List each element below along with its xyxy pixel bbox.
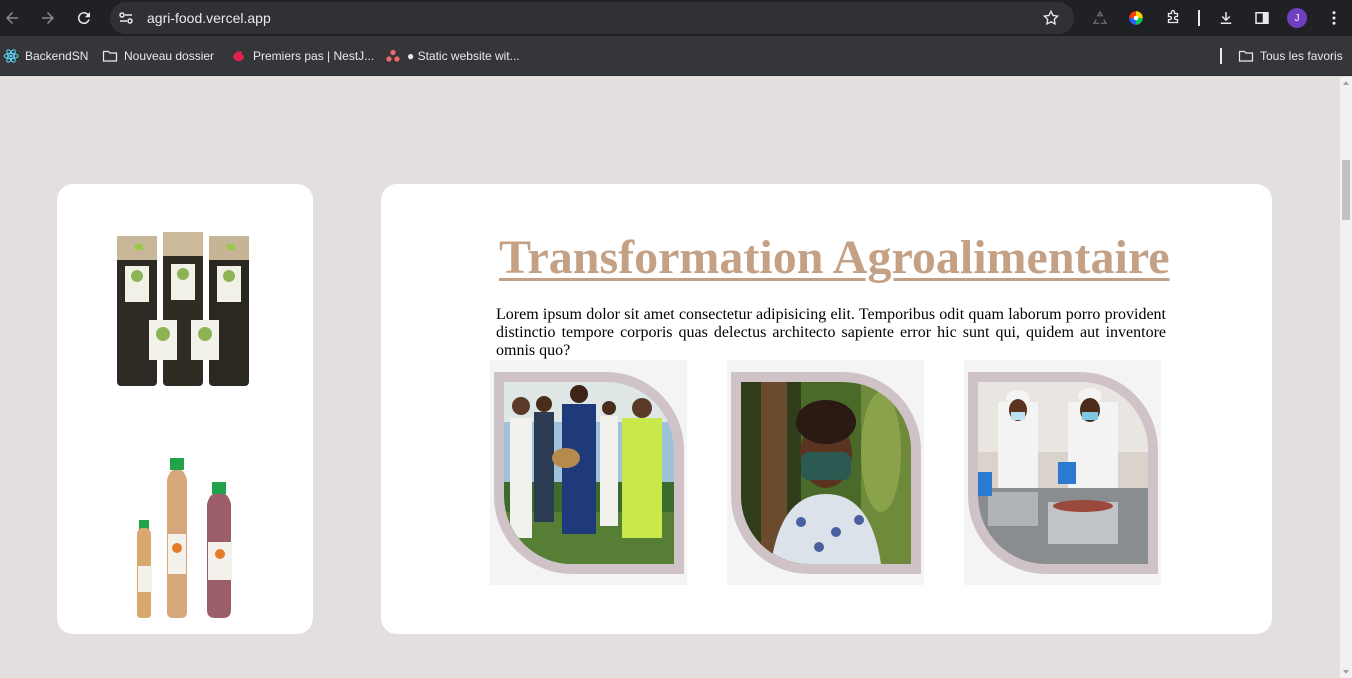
bookmark-backendsn[interactable]: BackendSN (3, 47, 88, 65)
side-panel-icon[interactable] (1252, 8, 1272, 28)
packaged-tea-bags-image (117, 232, 249, 386)
scroll-thumb[interactable] (1342, 160, 1350, 220)
site-settings-icon[interactable] (118, 10, 134, 26)
section-title: Transformation Agroalimentaire (499, 231, 1170, 284)
scroll-down-icon[interactable] (1343, 670, 1349, 674)
bookmarks-divider (1220, 48, 1222, 64)
woman-with-mask-photo (731, 372, 921, 574)
reload-icon (77, 12, 90, 25)
url-text[interactable]: agri-food.vercel.app (147, 10, 271, 26)
bookmarks-bar: BackendSN Nouveau dossier Premiers pas |… (0, 36, 1352, 76)
reload-button[interactable] (72, 6, 96, 30)
all-bookmarks[interactable]: Tous les favoris (1238, 47, 1343, 65)
photo-card (490, 360, 687, 585)
bookmark-label: Premiers pas | NestJ... (253, 49, 375, 63)
forward-button[interactable] (36, 6, 60, 30)
toolbar-divider (1198, 10, 1200, 26)
downloads-icon[interactable] (1216, 8, 1236, 28)
farmers-in-field-photo (494, 372, 684, 574)
bookmark-label: ● Static website wit... (407, 49, 520, 63)
folder-icon (1238, 50, 1254, 62)
photo-card (727, 360, 924, 585)
food-processing-workers-photo (968, 372, 1158, 574)
bookmark-nestjs[interactable]: Premiers pas | NestJ... (231, 47, 374, 65)
menu-kebab-icon[interactable] (1324, 8, 1344, 28)
address-bar[interactable]: agri-food.vercel.app (110, 2, 1074, 34)
section-paragraph: Lorem ipsum dolor sit amet consectetur a… (496, 306, 1166, 359)
arrow-right-icon (42, 12, 54, 24)
folder-icon (102, 50, 118, 62)
juice-bottles-image (137, 458, 232, 618)
bookmark-label: Nouveau dossier (124, 49, 215, 63)
agrofood-card: Transformation Agroalimentaire Lorem ips… (381, 184, 1272, 634)
profile-avatar[interactable]: J (1287, 8, 1307, 28)
photo-card (964, 360, 1161, 585)
nestjs-icon (233, 51, 244, 62)
all-bookmarks-label: Tous les favoris (1260, 49, 1343, 63)
bookmark-star-icon[interactable] (1042, 9, 1060, 27)
recycle-extension-icon[interactable] (1090, 8, 1110, 28)
page-scrollbar[interactable] (1340, 77, 1352, 678)
browser-chrome: agri-food.vercel.app J BackendSN Nouveau… (0, 0, 1352, 76)
bookmark-nouveau-dossier[interactable]: Nouveau dossier (102, 47, 214, 65)
scroll-up-icon[interactable] (1343, 81, 1349, 85)
toolbar: agri-food.vercel.app J (0, 0, 1352, 36)
back-button[interactable] (0, 6, 24, 30)
bookmark-static-website[interactable]: ● Static website wit... (385, 47, 520, 65)
arrow-left-icon (6, 12, 18, 24)
page-content: Transformation Agroalimentaire Lorem ips… (0, 77, 1340, 678)
color-extension-icon[interactable] (1126, 8, 1146, 28)
products-card (57, 184, 313, 634)
extensions-puzzle-icon[interactable] (1163, 8, 1183, 28)
asana-icon (386, 49, 400, 62)
react-icon (3, 49, 19, 63)
bookmark-label: BackendSN (25, 49, 89, 63)
